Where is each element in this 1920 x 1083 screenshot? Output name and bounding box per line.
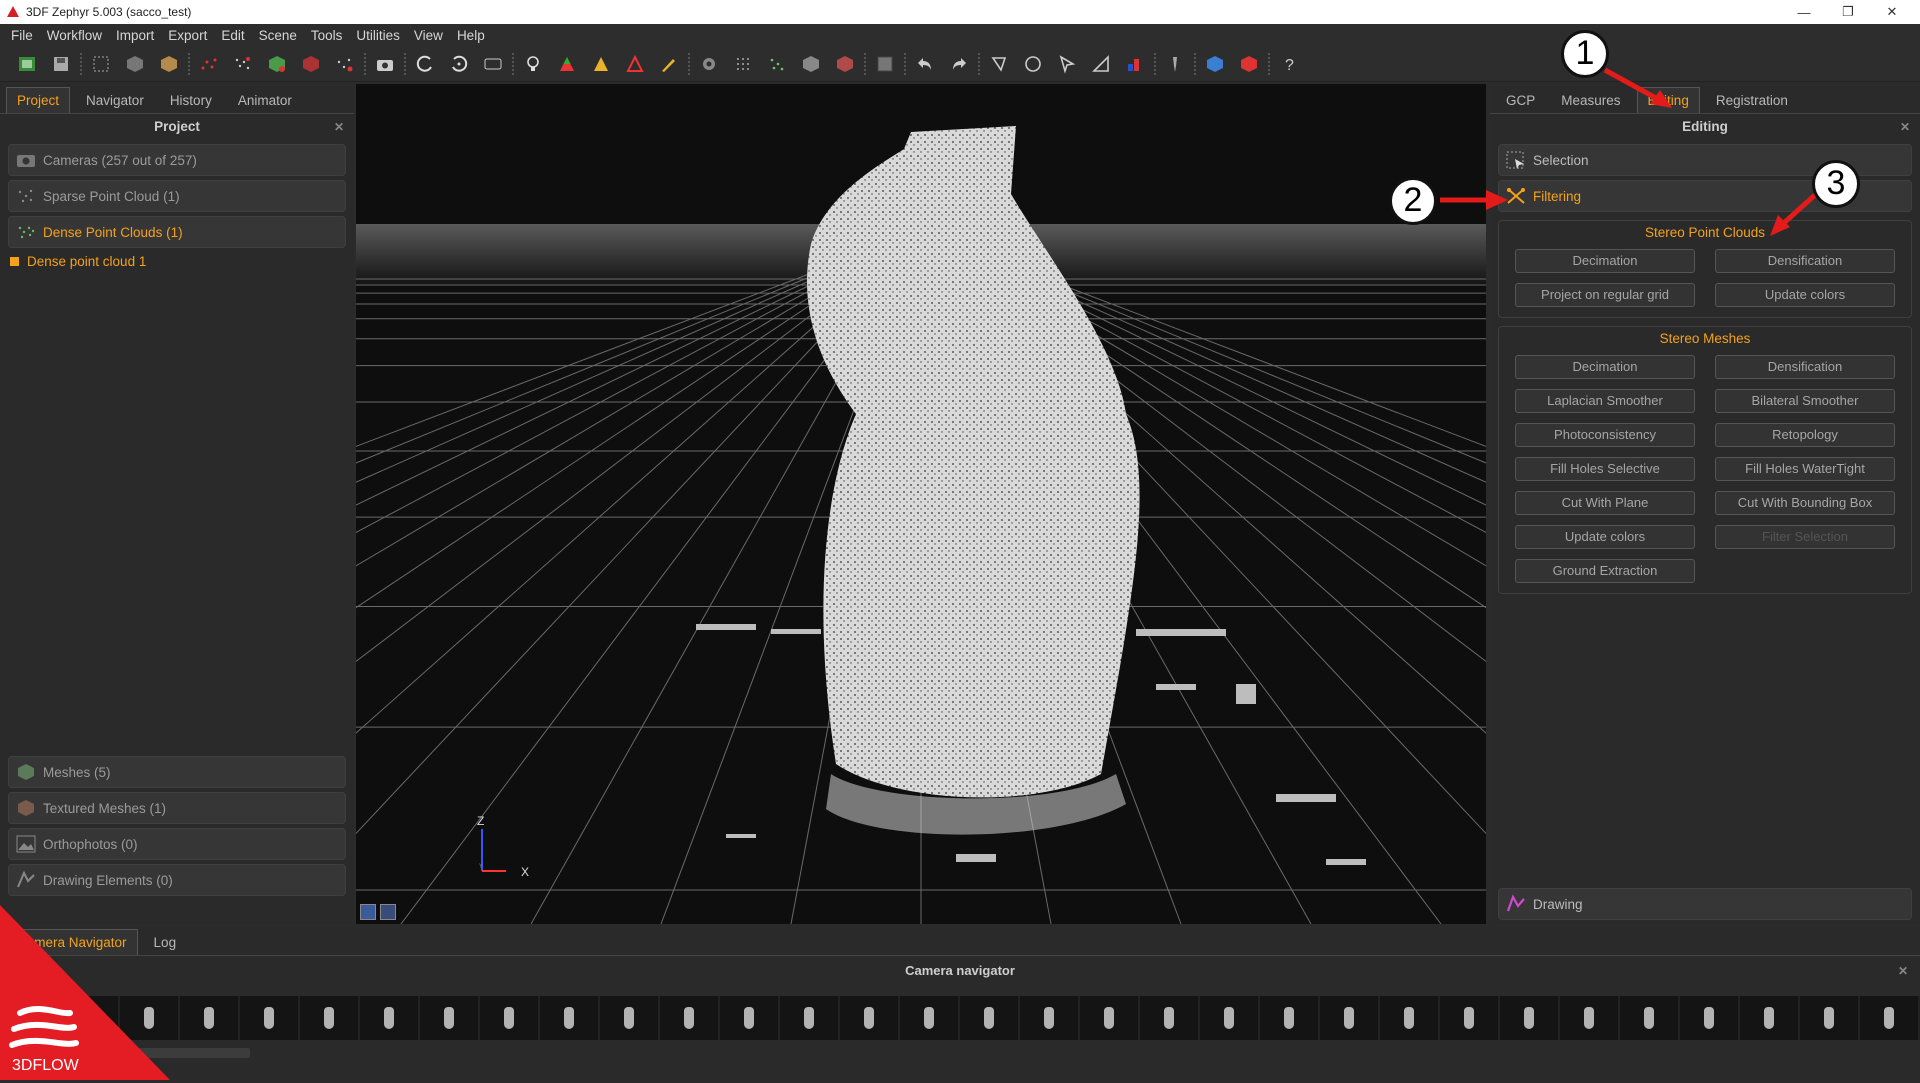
callout-marker-2: 2	[1389, 177, 1437, 225]
callout-marker-3: 3	[1812, 160, 1860, 208]
callout-marker-1: 1	[1561, 30, 1609, 78]
annotation-layer	[1440, 67, 1817, 236]
